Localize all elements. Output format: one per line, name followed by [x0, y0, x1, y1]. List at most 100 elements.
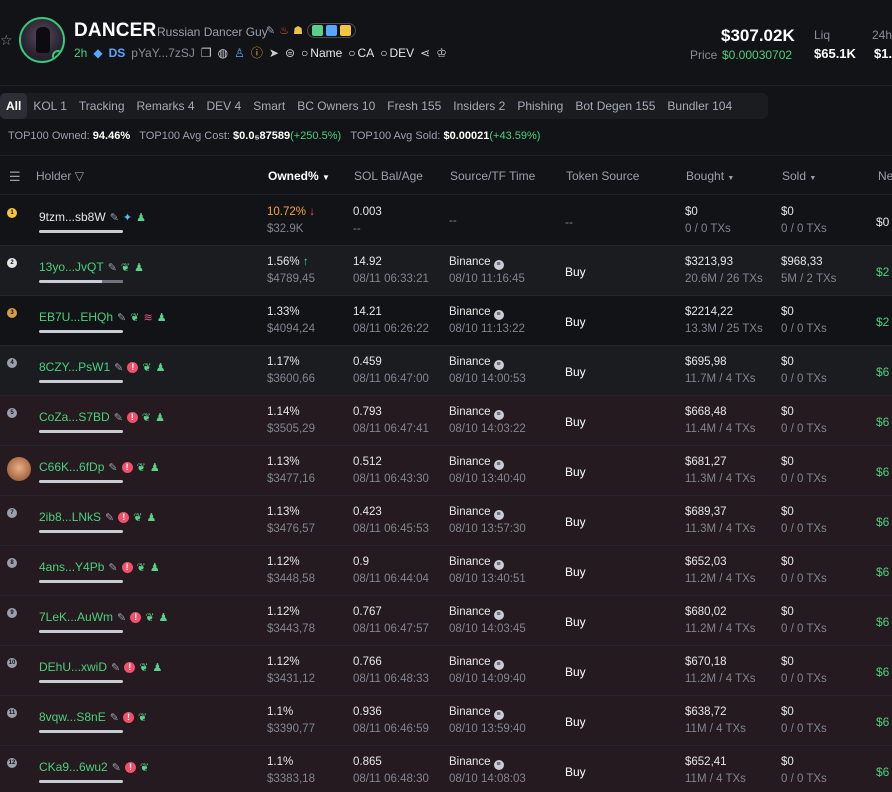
col-source[interactable]: Source/TF Time: [450, 169, 535, 183]
tab-fresh-155[interactable]: Fresh 155: [381, 93, 447, 119]
tab-bc-owners-10[interactable]: BC Owners 10: [291, 93, 381, 119]
source-exchange[interactable]: Binance ≡: [449, 556, 504, 570]
net-value: $2: [876, 265, 890, 279]
edit-remark-icon[interactable]: ✎: [110, 211, 119, 224]
search-ca-button[interactable]: ○ CA: [348, 46, 374, 60]
col-net[interactable]: Ne: [878, 169, 892, 183]
source-exchange[interactable]: Binance ≡: [449, 606, 504, 620]
sol-balance: 14.92: [353, 256, 382, 268]
holder-address[interactable]: 2ib8...LNkS: [39, 510, 101, 524]
holder-address[interactable]: 8vqw...S8nE: [39, 710, 106, 724]
source-exchange[interactable]: Binance ≡: [449, 756, 504, 770]
edit-remark-icon[interactable]: ✎: [112, 761, 121, 774]
edit-remark-icon[interactable]: ✎: [117, 311, 126, 324]
holder-address[interactable]: 7LeK...AuWm: [39, 610, 113, 624]
table-row[interactable]: 1 9tzm...sb8W ✎ ✦ ♟ 10.72% ↓ $32.9K 0.003…: [0, 196, 892, 246]
contract-address[interactable]: pYaY...7zSJ: [131, 46, 195, 60]
search-dev-button[interactable]: ○ DEV: [380, 46, 414, 60]
col-sold[interactable]: Sold ▼: [782, 169, 816, 183]
tab-bundler-104[interactable]: Bundler 104: [661, 93, 738, 119]
holder-address[interactable]: CKa9...6wu2: [39, 760, 108, 774]
bought-usd: $3213,93: [685, 256, 733, 268]
exchange-icon: ≡: [493, 310, 504, 320]
menu-circle-icon[interactable]: ⊜: [285, 46, 295, 60]
table-row[interactable]: 8 4ans...Y4Pb ✎ ! ❦ ♟ 1.12% $3448,58 0.9 0…: [0, 546, 892, 596]
sort-icon: ▼: [727, 175, 735, 182]
source-exchange[interactable]: Binance ≡: [449, 506, 504, 520]
col-sol-bal[interactable]: SOL Bal/Age: [354, 169, 423, 183]
edit-remark-icon[interactable]: ✎: [108, 561, 117, 574]
source-exchange[interactable]: Binance ≡: [449, 306, 504, 320]
tab-smart[interactable]: Smart: [247, 93, 291, 119]
holder-address[interactable]: 8CZY...PsW1: [39, 360, 110, 374]
edit-remark-icon[interactable]: ✎: [114, 361, 123, 374]
holding-bar: [39, 780, 123, 783]
sol-balance: 0.512: [353, 456, 382, 468]
table-row[interactable]: 7 2ib8...LNkS ✎ ! ❦ ♟ 1.13% $3476,57 0.423…: [0, 496, 892, 546]
feature-pill[interactable]: [306, 23, 356, 38]
edit-remark-icon[interactable]: ✎: [108, 461, 117, 474]
table-row[interactable]: 12 CKa9...6wu2 ✎ ! ❦ 1.1% $3383,18 0.865 …: [0, 746, 892, 792]
favorite-star-icon[interactable]: ☆: [0, 32, 13, 49]
tab-kol-1[interactable]: KOL 1: [27, 93, 73, 119]
source-exchange[interactable]: Binance ≡: [449, 256, 504, 270]
holder-address[interactable]: 9tzm...sb8W: [39, 210, 106, 224]
source-exchange[interactable]: Binance ≡: [449, 406, 504, 420]
source-exchange[interactable]: Binance ≡: [449, 706, 504, 720]
tab-tracking[interactable]: Tracking: [73, 93, 131, 119]
crown-icon[interactable]: ♔: [436, 46, 447, 60]
tab-dev-4[interactable]: DEV 4: [201, 93, 248, 119]
col-owned[interactable]: Owned% ▼: [268, 169, 330, 183]
table-row[interactable]: 2 13yo...JvQT ✎ ❦ ♟ 1.56% ↑ $4789,45 14.9…: [0, 246, 892, 296]
share-icon[interactable]: ⋖: [420, 46, 430, 60]
user-icon[interactable]: ♙: [234, 46, 245, 60]
tab-all[interactable]: All: [0, 93, 28, 119]
table-row[interactable]: 10 DEhU...xwiD ✎ ! ❦ ♟ 1.12% $3431,12 0.76…: [0, 646, 892, 696]
holder-address[interactable]: CoZa...S7BD: [39, 410, 110, 424]
filter-settings-icon[interactable]: ☰: [9, 169, 21, 185]
tab-phishing[interactable]: Phishing: [511, 93, 569, 119]
edit-icon[interactable]: ✎: [266, 24, 275, 37]
ds-badge[interactable]: DS: [109, 46, 126, 60]
source-exchange[interactable]: Binance ≡: [449, 456, 504, 470]
avg-cost-value: $0.0₅87589: [233, 130, 291, 142]
tab-remarks-4[interactable]: Remarks 4: [131, 93, 201, 119]
edit-remark-icon[interactable]: ✎: [110, 711, 119, 724]
table-row[interactable]: 9 7LeK...AuWm ✎ ! ❦ ♟ 1.12% $3443,78 0.767…: [0, 596, 892, 646]
search-name-button[interactable]: ○ Name: [301, 46, 342, 60]
edit-remark-icon[interactable]: ✎: [117, 611, 126, 624]
col-bought[interactable]: Bought ▼: [686, 169, 734, 183]
edit-remark-icon[interactable]: ✎: [114, 411, 123, 424]
col-holder[interactable]: Holder ▽: [36, 169, 84, 183]
rank-badge: 7: [7, 508, 17, 518]
holder-address[interactable]: 4ans...Y4Pb: [39, 560, 104, 574]
wallet-age: 08/11 06:48:30: [353, 773, 429, 785]
table-row[interactable]: 11 8vqw...S8nE ✎ ! ❦ 1.1% $3390,77 0.936 …: [0, 696, 892, 746]
sold-txs: 0 / 0 TXs: [781, 623, 827, 635]
warning-icon[interactable]: ⓘ: [251, 44, 263, 61]
copy-icon[interactable]: ❐: [201, 46, 212, 60]
col-token-source[interactable]: Token Source: [566, 169, 639, 183]
table-row[interactable]: C66K...6fDp ✎ ! ❦ ♟ 1.13% $3477,16 0.512 0…: [0, 446, 892, 496]
net-value: $6: [876, 415, 890, 429]
tab-insiders-2[interactable]: Insiders 2: [447, 93, 511, 119]
table-row[interactable]: 4 8CZY...PsW1 ✎ ! ❦ ♟ 1.17% $3600,66 0.459…: [0, 346, 892, 396]
edit-remark-icon[interactable]: ✎: [105, 511, 114, 524]
source-exchange[interactable]: Binance ≡: [449, 656, 504, 670]
globe-icon[interactable]: ◍: [218, 46, 228, 60]
holder-address[interactable]: C66K...6fDp: [39, 460, 104, 474]
edit-remark-icon[interactable]: ✎: [111, 661, 120, 674]
edit-remark-icon[interactable]: ✎: [108, 261, 117, 274]
person-icon: ♟: [149, 461, 160, 474]
source-exchange[interactable]: Binance ≡: [449, 356, 504, 370]
holder-address[interactable]: EB7U...EHQh: [39, 310, 113, 324]
group-icon: ☗: [293, 25, 303, 37]
source-time: 08/10 13:40:40: [449, 473, 526, 485]
tab-bot-degen-155[interactable]: Bot Degen 155: [569, 93, 661, 119]
telegram-icon[interactable]: ➤: [269, 46, 279, 60]
holder-address[interactable]: DEhU...xwiD: [39, 660, 107, 674]
owned-percent: 1.1%: [267, 706, 294, 718]
table-row[interactable]: 5 CoZa...S7BD ✎ ! ❦ ♟ 1.14% $3505,29 0.793…: [0, 396, 892, 446]
table-row[interactable]: 3 EB7U...EHQh ✎ ❦ ≋ ♟ 1.33% $4094,24 14.21…: [0, 296, 892, 346]
holder-address[interactable]: 13yo...JvQT: [39, 260, 104, 274]
